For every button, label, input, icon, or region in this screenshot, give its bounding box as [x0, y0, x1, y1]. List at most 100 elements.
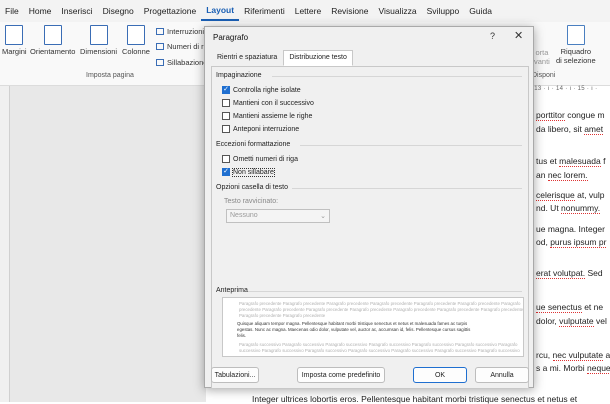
- document-line: dolor, vulputate vel: [536, 316, 607, 327]
- document-line: da libero, sit amet: [536, 124, 604, 135]
- ok-button[interactable]: OK: [413, 367, 467, 383]
- ribbon-tab-visualizza[interactable]: Visualizza: [374, 0, 422, 22]
- margini-button[interactable]: Margini: [2, 25, 27, 56]
- checkbox-box: [222, 125, 230, 133]
- spelling-squiggle: nec vulputate: [552, 350, 604, 361]
- avanti-label: vanti: [534, 57, 550, 66]
- orientamento-button[interactable]: Orientamento: [30, 25, 75, 56]
- divider: [300, 145, 522, 146]
- checkbox-label: Non sillabare: [232, 167, 275, 177]
- checkbox-box: [222, 112, 230, 120]
- document-line: od, purus ipsum pr: [536, 237, 607, 248]
- checkbox-box: [222, 99, 230, 107]
- interruzioni-button[interactable]: Interruzioni: [156, 27, 204, 36]
- porta-avanti-button[interactable]: orta vanti: [534, 48, 550, 66]
- checkbox-controlla-righe-isolate[interactable]: ✓ Controlla righe isolate: [222, 86, 301, 94]
- orientamento-label: Orientamento: [30, 47, 76, 56]
- ribbon-tab-guida[interactable]: Guida: [464, 0, 497, 22]
- porta-label: orta: [535, 48, 549, 57]
- ribbon-tab-revisione[interactable]: Revisione: [326, 0, 373, 22]
- ribbon-tab-disegno[interactable]: Disegno: [98, 0, 139, 22]
- numeri-label: Numeri di r: [167, 42, 204, 51]
- checkbox-label: Mantieni assieme le righe: [233, 112, 313, 120]
- selection-pane-icon: [566, 25, 585, 45]
- ribbon-tab-riferimenti[interactable]: Riferimenti: [239, 0, 290, 22]
- checkbox-anteponi-interruzione[interactable]: Anteponi interruzione: [222, 125, 299, 133]
- preview-prev-line: precedente Paragrafo precedente Paragraf…: [239, 307, 524, 312]
- document-line: rcu, nec vulputate a: [536, 350, 610, 361]
- riquadro-label: Riquadro: [560, 47, 592, 56]
- tab-panel: Impaginazione ✓ Controlla righe isolate …: [211, 66, 529, 388]
- preview-next-line: successivo Paragrafo successivo Paragraf…: [239, 348, 520, 353]
- horizontal-ruler: · 13 · ı · 14 · ı · 15 · ı ·: [530, 86, 598, 92]
- document-line: tus et malesuada f: [536, 156, 606, 167]
- line-numbers-icon: [156, 43, 164, 50]
- spelling-squiggle: nec lorem.: [547, 170, 588, 181]
- orientation-icon: [43, 25, 62, 45]
- checkbox-label: Controlla righe isolate: [233, 86, 301, 94]
- preview-next-line: Paragrafo successivo Paragrafo successiv…: [239, 342, 518, 347]
- sillabazione-button[interactable]: Sillabazione: [156, 58, 207, 67]
- checkbox-box: ✓: [222, 86, 230, 94]
- paragrafo-dialog: Paragrafo ? ✕ Rientri e spaziatura Distr…: [204, 26, 534, 388]
- close-icon[interactable]: ✕: [514, 29, 523, 42]
- dimensioni-button[interactable]: Dimensioni: [80, 25, 117, 56]
- spelling-squiggle: porttitor: [536, 110, 565, 121]
- tabulazioni-button[interactable]: Tabulazioni...: [211, 367, 259, 383]
- spelling-squiggle: nonummy.: [561, 203, 601, 214]
- ribbon-tab-home[interactable]: Home: [24, 0, 57, 22]
- impaginazione-heading: Impaginazione: [216, 72, 262, 79]
- spelling-squiggle: ue senectus: [536, 302, 582, 313]
- riquadro-selezione-button[interactable]: Riquadro di selezione: [556, 25, 596, 65]
- group-label-disponi: Disponi: [532, 72, 556, 79]
- checkbox-mantieni-assieme-righe[interactable]: Mantieni assieme le righe: [222, 112, 312, 120]
- casella-heading: Opzioni casella di testo: [216, 184, 288, 191]
- numeri-riga-button[interactable]: Numeri di r: [156, 42, 204, 51]
- divider: [272, 76, 522, 77]
- interruzioni-label: Interruzioni: [167, 27, 205, 36]
- document-bottom-line: Integer ultrices lobortis eros. Pellente…: [252, 394, 578, 404]
- ribbon-tab-bar: File Home Inserisci Disegno Progettazione Lay…: [0, 0, 610, 22]
- anteprima-heading: Anteprima: [216, 287, 248, 294]
- margins-icon: [5, 25, 24, 45]
- spelling-squiggle: purus ipsum pr: [550, 237, 607, 248]
- divider: [292, 188, 522, 189]
- di-selezione-label: di selezione: [556, 56, 596, 65]
- preview-text-line: Quisque aliquam tempor magna. Pellentesq…: [237, 321, 468, 326]
- ribbon-tab-lettere[interactable]: Lettere: [290, 0, 326, 22]
- checkbox-mantieni-con-successivo[interactable]: Mantieni con il successivo: [222, 99, 314, 107]
- preview-text-line: felis.: [237, 333, 247, 338]
- preview-prev-line: Paragrafo precedente Paragrafo precedent…: [239, 313, 326, 318]
- ribbon-tab-progettazione[interactable]: Progettazione: [139, 0, 201, 22]
- document-line: an nec lorem.: [536, 170, 588, 181]
- checkbox-non-sillabare[interactable]: ✓ Non sillabare: [222, 167, 275, 177]
- spelling-squiggle: neque: [587, 363, 610, 374]
- tab-rientri-spaziatura[interactable]: Rientri e spaziatura: [211, 50, 283, 66]
- annulla-button[interactable]: Annulla: [475, 367, 529, 383]
- ribbon-tab-sviluppo[interactable]: Sviluppo: [422, 0, 465, 22]
- ribbon-tab-inserisci[interactable]: Inserisci: [56, 0, 97, 22]
- testo-ravvicinato-label: Testo ravvicinato:: [224, 198, 279, 205]
- margini-label: Margini: [2, 47, 27, 56]
- anteprima-box: Paragrafo precedente Paragrafo precedent…: [222, 297, 524, 357]
- ribbon-tab-file[interactable]: File: [0, 0, 24, 22]
- document-line: ue magna. Integer: [536, 224, 605, 234]
- checkbox-label: Anteponi interruzione: [233, 125, 300, 133]
- colonne-button[interactable]: Colonne: [122, 25, 150, 56]
- checkbox-ometti-numeri-riga[interactable]: Ometti numeri di riga: [222, 155, 298, 163]
- ribbon-tab-layout[interactable]: Layout: [201, 1, 240, 21]
- spelling-squiggle: malesuada: [559, 156, 601, 167]
- vertical-ruler: [0, 86, 10, 402]
- testo-ravvicinato-select[interactable]: Nessuno ⌄: [226, 209, 330, 223]
- checkbox-box: [222, 155, 230, 163]
- imposta-predefinito-button[interactable]: Imposta come predefinito: [297, 367, 385, 383]
- spelling-squiggle: erat volutpat.: [536, 268, 586, 279]
- eccezioni-heading: Eccezioni formattazione: [216, 141, 291, 148]
- tab-distribuzione-testo[interactable]: Distribuzione testo: [283, 50, 353, 66]
- preview-text-line: egestas. Nunc ac magna. Maecenas odio do…: [237, 327, 471, 332]
- document-line: ue senectus et ne: [536, 302, 604, 313]
- size-icon: [89, 25, 108, 45]
- help-button[interactable]: ?: [490, 31, 495, 41]
- breaks-icon: [156, 28, 164, 35]
- hyphenation-icon: [156, 59, 164, 66]
